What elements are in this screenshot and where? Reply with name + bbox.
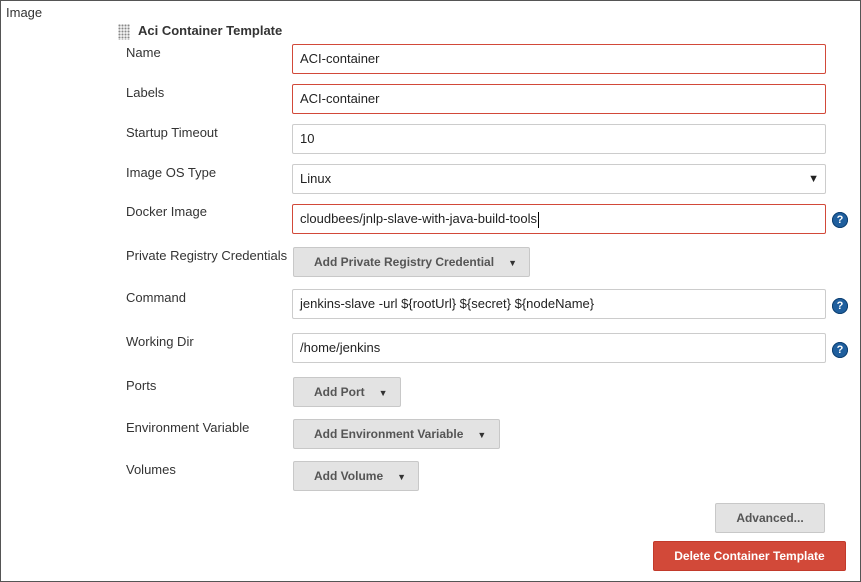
dropdown-arrow-icon: ▼ bbox=[508, 258, 517, 268]
environment-variable-label: Environment Variable bbox=[126, 420, 250, 435]
drag-handle-icon[interactable] bbox=[118, 24, 130, 40]
add-port-button[interactable]: Add Port ▼ bbox=[293, 377, 401, 407]
command-label: Command bbox=[126, 290, 186, 305]
dropdown-arrow-icon: ▼ bbox=[378, 388, 388, 398]
advanced-button[interactable]: Advanced... bbox=[715, 503, 825, 533]
labels-label: Labels bbox=[126, 85, 165, 100]
dropdown-arrow-icon: ▼ bbox=[477, 430, 487, 440]
add-private-registry-credential-button[interactable]: Add Private Registry Credential ▼ bbox=[293, 247, 530, 277]
image-os-type-value: Linux bbox=[300, 171, 332, 186]
name-input[interactable]: ACI-container bbox=[292, 44, 826, 74]
docker-image-label: Docker Image bbox=[126, 204, 207, 219]
add-environment-variable-button[interactable]: Add Environment Variable ▼ bbox=[293, 419, 500, 449]
add-volume-label: Add Volume bbox=[314, 469, 384, 483]
docker-image-input[interactable]: cloudbees/jnlp-slave-with-java-build-too… bbox=[292, 204, 826, 234]
working-dir-input[interactable]: /home/jenkins bbox=[292, 333, 826, 363]
section-label: Image bbox=[6, 5, 43, 20]
name-label: Name bbox=[126, 45, 161, 60]
image-os-type-select[interactable]: Linux ▼ bbox=[292, 164, 826, 194]
image-section-frame: Image Aci Container Template Name ACI-co… bbox=[0, 0, 861, 582]
ports-label: Ports bbox=[126, 378, 157, 393]
help-icon-working-dir[interactable]: ? bbox=[832, 342, 848, 358]
help-icon-command[interactable]: ? bbox=[832, 298, 848, 314]
image-os-type-label: Image OS Type bbox=[126, 165, 217, 180]
dropdown-arrow-icon: ▼ bbox=[397, 472, 407, 482]
template-title: Aci Container Template bbox=[138, 23, 283, 38]
labels-input[interactable]: ACI-container bbox=[292, 84, 826, 114]
volumes-label: Volumes bbox=[126, 462, 176, 477]
add-volume-button[interactable]: Add Volume ▼ bbox=[293, 461, 419, 491]
private-registry-label: Private Registry Credentials bbox=[126, 248, 288, 263]
text-cursor bbox=[538, 211, 540, 228]
chevron-down-icon: ▼ bbox=[808, 173, 819, 185]
add-private-registry-credential-label: Add Private Registry Credential bbox=[314, 255, 495, 269]
startup-timeout-label: Startup Timeout bbox=[126, 125, 218, 140]
startup-timeout-input[interactable]: 10 bbox=[292, 124, 826, 154]
docker-image-value: cloudbees/jnlp-slave-with-java-build-too… bbox=[300, 211, 538, 226]
command-input[interactable]: jenkins-slave -url ${rootUrl} ${secret} … bbox=[292, 289, 826, 319]
working-dir-label: Working Dir bbox=[126, 334, 194, 349]
help-icon-docker-image[interactable]: ? bbox=[832, 212, 848, 228]
add-port-label: Add Port bbox=[314, 385, 365, 399]
delete-container-template-button[interactable]: Delete Container Template bbox=[653, 541, 846, 571]
add-environment-variable-label: Add Environment Variable bbox=[314, 427, 464, 441]
